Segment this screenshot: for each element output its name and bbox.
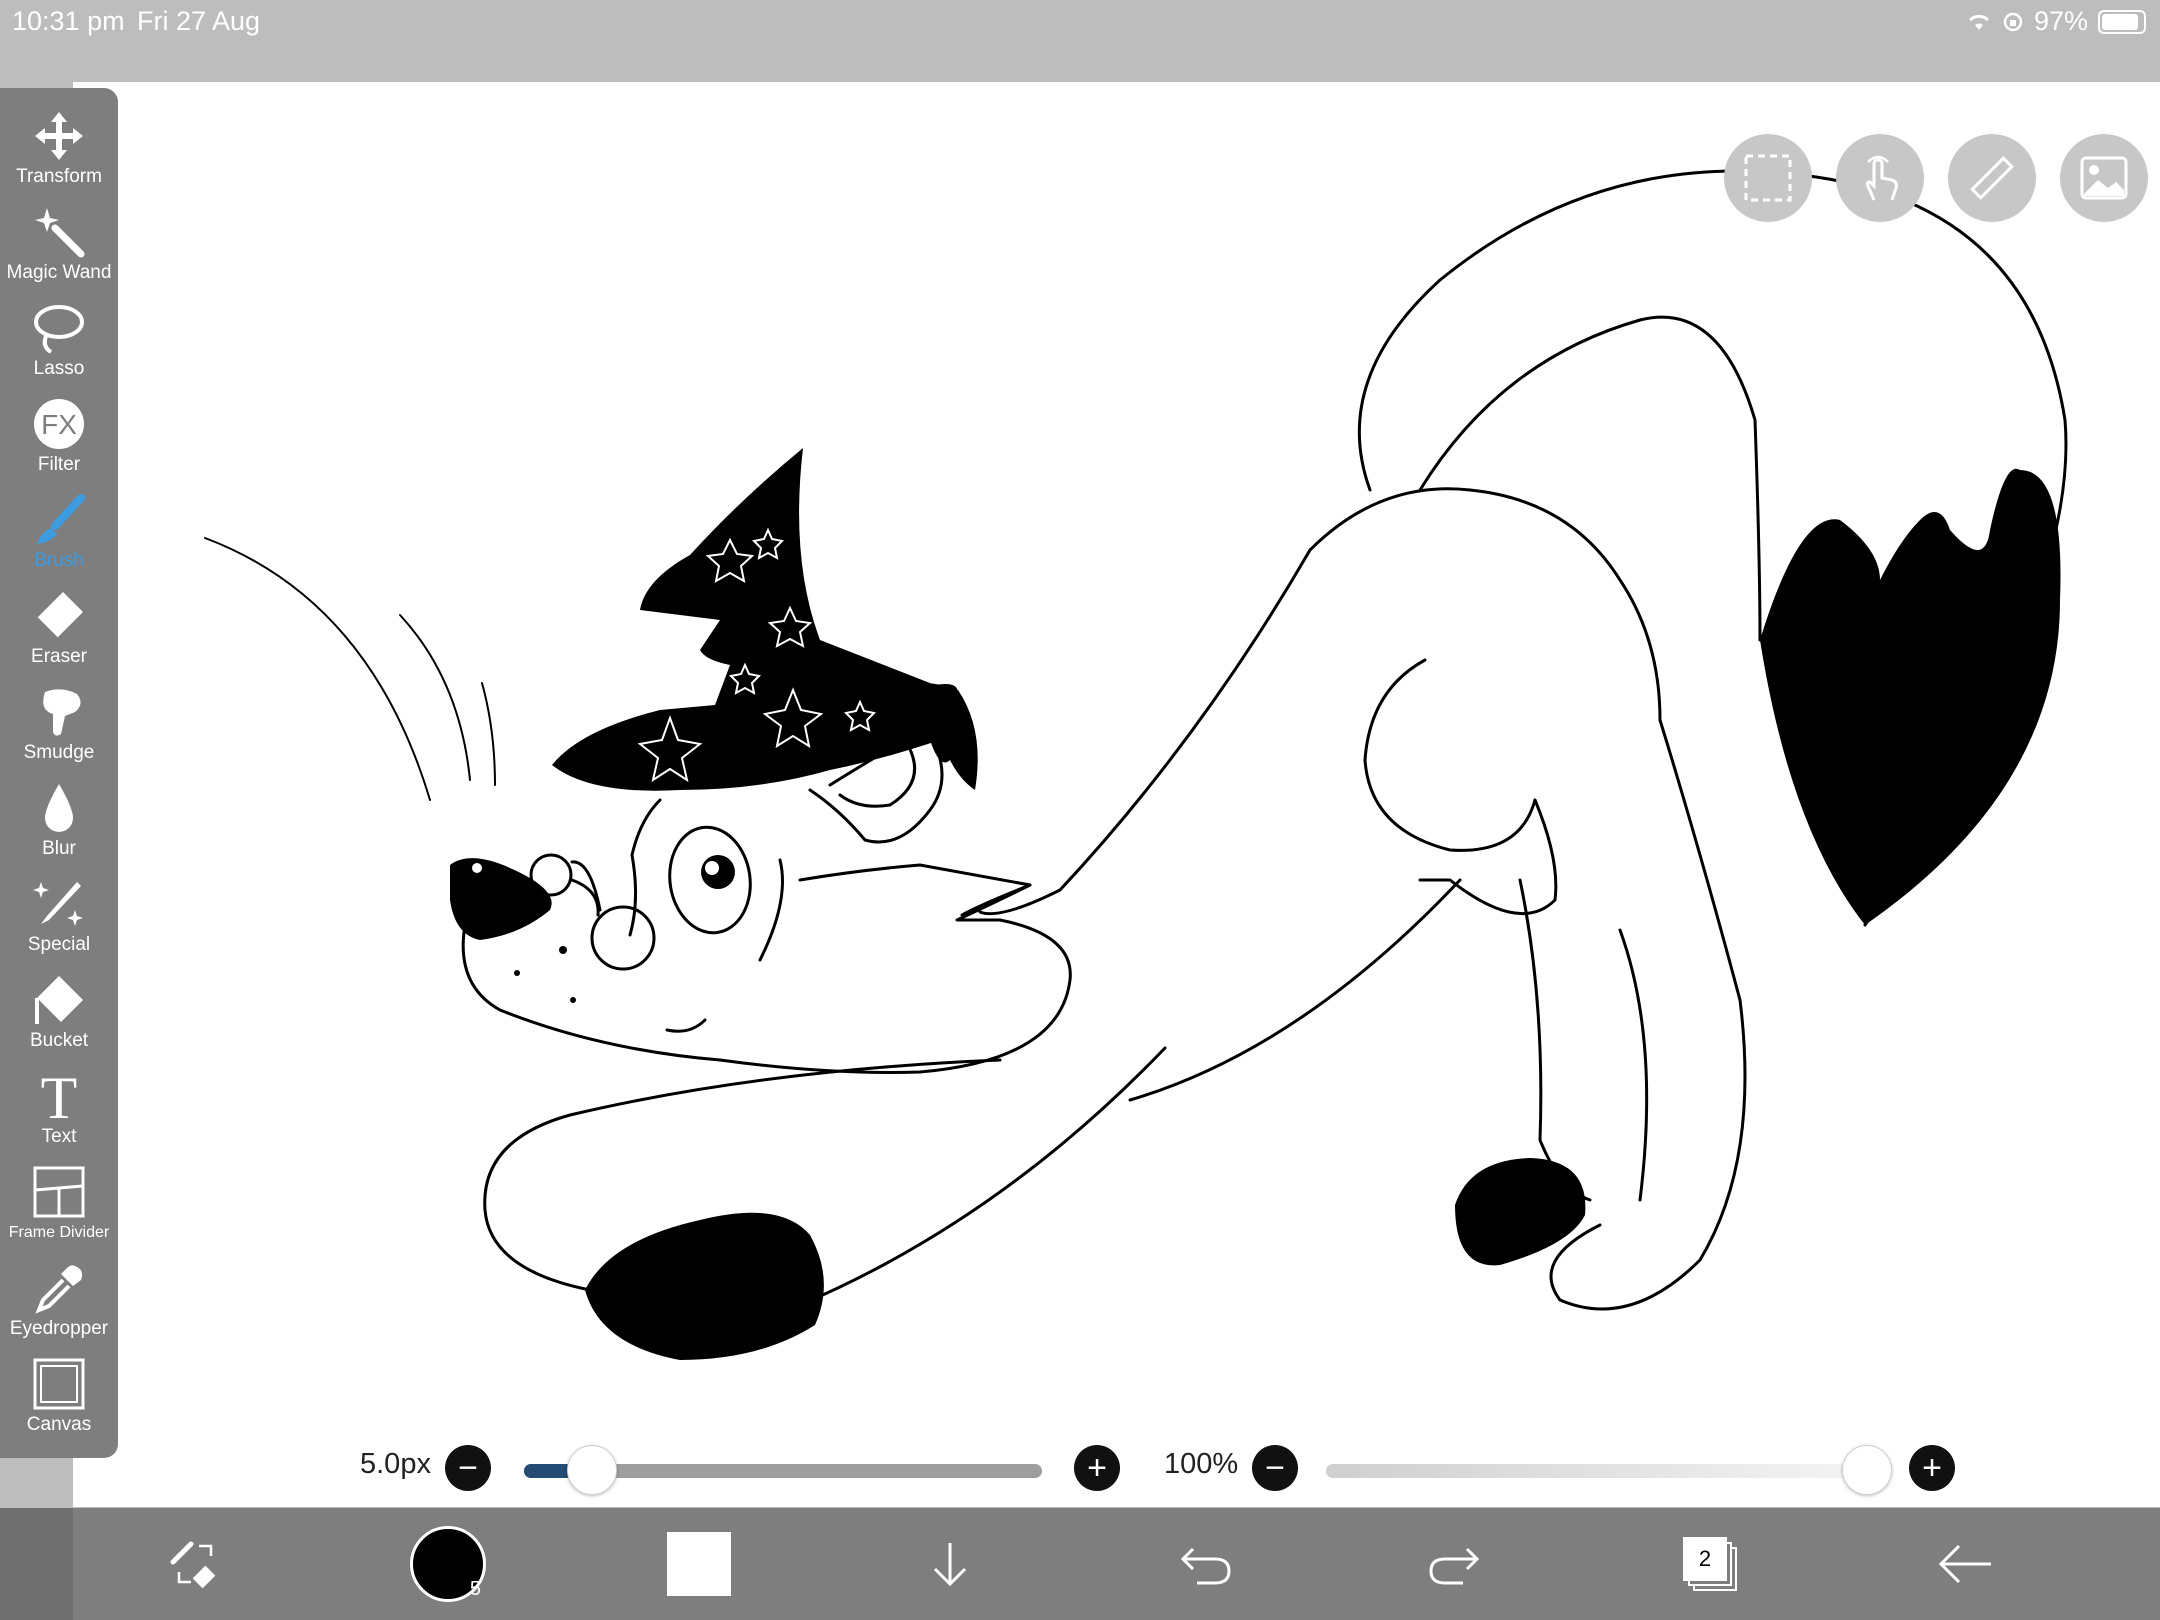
tool-label: Brush xyxy=(34,550,84,571)
secondary-color-button[interactable] xyxy=(664,1508,734,1620)
touch-gesture-icon xyxy=(1865,155,1898,201)
brush-size-decrease-button[interactable]: − xyxy=(445,1445,491,1491)
tool-label: Bucket xyxy=(29,1030,89,1051)
tool-special[interactable]: Special xyxy=(0,876,118,966)
tool-label: Eraser xyxy=(31,646,87,667)
selection-icon xyxy=(1744,154,1792,202)
lasso-icon xyxy=(34,305,84,354)
layers-icon: 2 xyxy=(1683,1537,1737,1591)
move-arrows-icon xyxy=(35,112,83,160)
fox-wizard-drawing xyxy=(204,169,2068,1360)
battery-percent: 97% xyxy=(2033,6,2088,36)
ruler-button[interactable] xyxy=(1948,134,2036,222)
tool-label: Eyedropper xyxy=(9,1318,109,1339)
opacity-increase-button[interactable]: + xyxy=(1909,1445,1955,1491)
minus-icon: − xyxy=(458,1449,478,1487)
status-right: 97% xyxy=(1966,6,2146,37)
undo-button[interactable] xyxy=(1170,1508,1240,1620)
status-date: Fri 27 Aug xyxy=(137,6,261,36)
back-arrow-icon xyxy=(1938,1544,1991,1584)
opacity-decrease-button[interactable]: − xyxy=(1252,1445,1298,1491)
brush-size-badge: 5 xyxy=(469,1578,481,1600)
text-icon: T xyxy=(41,1068,78,1124)
bucket-icon xyxy=(35,976,83,1024)
battery-icon xyxy=(2098,9,2146,34)
brush-size-increase-button[interactable]: + xyxy=(1074,1445,1120,1491)
download-button[interactable] xyxy=(920,1508,980,1620)
tool-label: Blur xyxy=(42,838,76,859)
status-time: 10:31 pm xyxy=(12,6,125,36)
plus-icon: + xyxy=(1087,1449,1107,1487)
tool-label: Transform xyxy=(16,166,102,187)
tool-label: Text xyxy=(41,1126,77,1147)
tool-label: Smudge xyxy=(23,742,95,763)
color-swatch-icon: 5 xyxy=(410,1526,486,1602)
download-icon xyxy=(933,1543,967,1587)
brush-icon xyxy=(37,494,85,544)
touch-gesture-button[interactable] xyxy=(1836,134,1924,222)
tool-lasso[interactable]: Lasso xyxy=(0,300,118,390)
tool-smudge[interactable]: Smudge xyxy=(0,684,118,774)
fx-icon: FX xyxy=(34,399,84,449)
drawing-canvas[interactable] xyxy=(73,82,2160,1507)
tool-eyedropper[interactable]: Eyedropper xyxy=(0,1260,118,1350)
brush-color-button[interactable]: 5 xyxy=(408,1508,488,1620)
tool-magic-wand[interactable]: Magic Wand xyxy=(0,204,118,294)
plus-icon: + xyxy=(1922,1449,1942,1487)
tool-text[interactable]: T Text xyxy=(0,1068,118,1158)
svg-text:FX: FX xyxy=(41,409,77,440)
tool-blur[interactable]: Blur xyxy=(0,780,118,870)
tool-eraser[interactable]: Eraser xyxy=(0,588,118,678)
swap-tools-button[interactable] xyxy=(160,1508,230,1620)
tool-label: Special xyxy=(27,934,91,955)
secondary-color-icon xyxy=(667,1532,731,1596)
tool-bucket[interactable]: Bucket xyxy=(0,972,118,1062)
canvas-icon xyxy=(33,1358,85,1410)
ruler-icon xyxy=(1970,156,2014,200)
smudge-icon xyxy=(43,689,81,736)
tool-filter[interactable]: FX Filter xyxy=(0,396,118,486)
svg-text:T: T xyxy=(41,1068,78,1124)
sparkle-pen-icon xyxy=(33,882,83,926)
bottom-toolbar-edge xyxy=(0,1508,73,1620)
selection-button[interactable] xyxy=(1724,134,1812,222)
undo-icon xyxy=(1180,1547,1231,1585)
layers-button[interactable]: 2 xyxy=(1675,1508,1745,1620)
tool-label: Lasso xyxy=(33,358,85,379)
droplet-icon xyxy=(45,784,73,832)
status-bar: 10:31 pm Fri 27 Aug 97% xyxy=(0,0,2160,82)
image-icon xyxy=(2080,156,2128,200)
tool-transform[interactable]: Transform xyxy=(0,108,118,198)
brush-size-value: 5.0px xyxy=(360,1448,431,1480)
opacity-slider[interactable] xyxy=(1326,1464,1866,1478)
layers-count: 2 xyxy=(1683,1537,1727,1581)
magic-wand-icon xyxy=(35,208,85,258)
back-button[interactable] xyxy=(1925,1508,2005,1620)
tool-brush[interactable]: Brush xyxy=(0,492,118,582)
bottom-toolbar: 5 2 xyxy=(0,1508,2160,1620)
swap-tools-icon xyxy=(170,1541,216,1589)
opacity-thumb[interactable] xyxy=(1842,1445,1892,1495)
orientation-lock-icon xyxy=(2003,12,2023,31)
image-button[interactable] xyxy=(2060,134,2148,222)
brush-size-thumb[interactable] xyxy=(567,1445,618,1495)
tool-label: Filter xyxy=(37,454,81,475)
left-toolbar: Transform Magic Wand Lasso FX Filter Bru… xyxy=(0,88,118,1458)
tool-frame-divider[interactable]: Frame Divider xyxy=(0,1164,118,1254)
slider-row: 5.0px − + 100% − + xyxy=(0,1420,2160,1510)
tool-label: Magic Wand xyxy=(6,262,112,283)
wifi-icon xyxy=(1968,14,1989,30)
eyedropper-icon xyxy=(35,1265,83,1314)
eraser-icon xyxy=(36,592,83,639)
minus-icon: − xyxy=(1265,1449,1285,1487)
frame-divider-icon xyxy=(33,1166,85,1218)
opacity-value: 100% xyxy=(1164,1448,1239,1480)
redo-icon xyxy=(1429,1547,1480,1585)
tool-label: Frame Divider xyxy=(8,1224,110,1241)
redo-button[interactable] xyxy=(1420,1508,1490,1620)
